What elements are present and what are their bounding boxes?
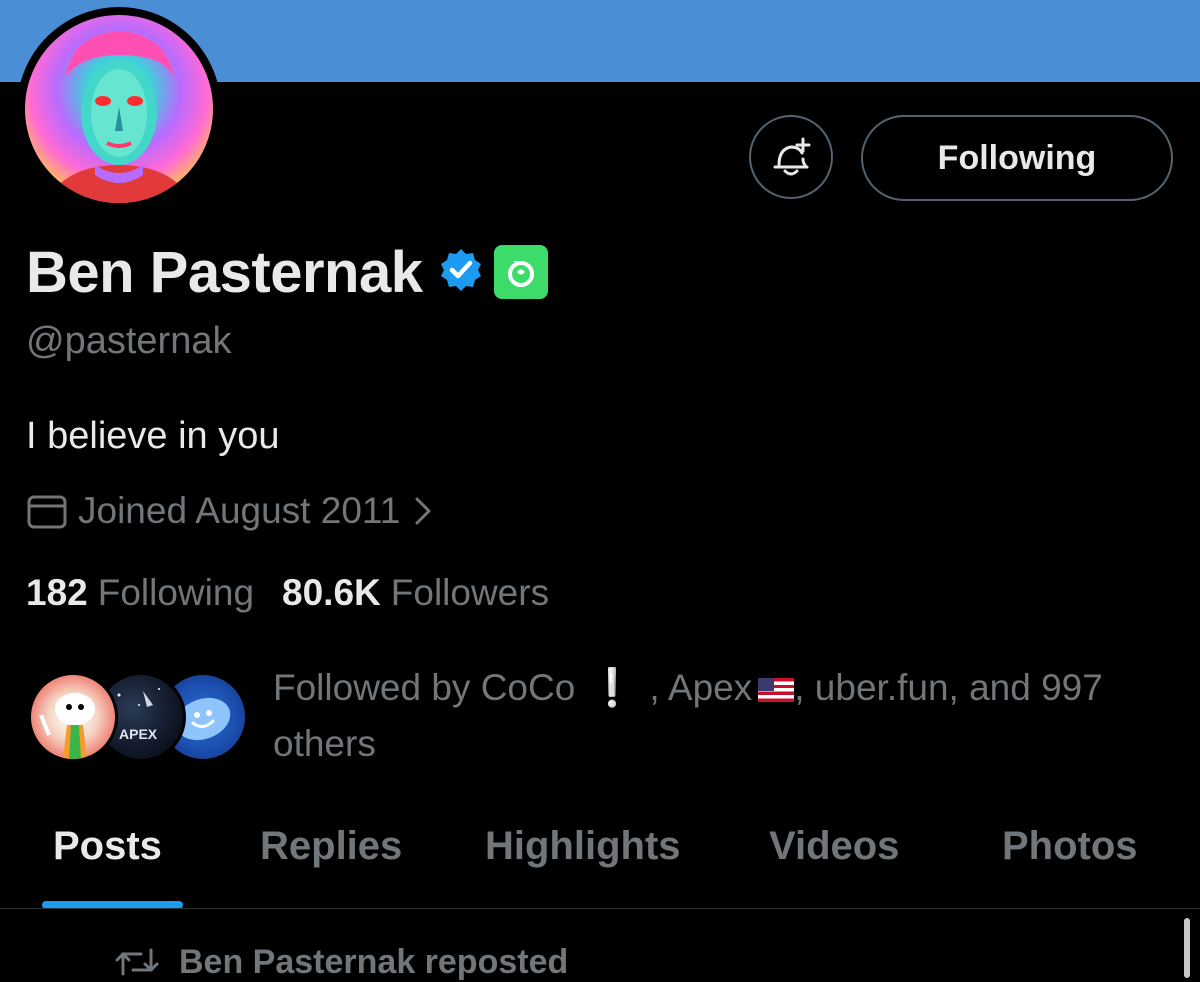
tabs-divider	[0, 908, 1200, 909]
followers-you-know-avatars[interactable]: APEX	[28, 672, 248, 766]
following-button[interactable]: Following	[861, 115, 1173, 201]
profile-avatar[interactable]	[17, 7, 221, 211]
joined-date-link[interactable]: Joined August 2011	[26, 490, 442, 532]
repost-header[interactable]: Ben Pasternak reposted	[115, 942, 568, 982]
repost-text: Ben Pasternak reposted	[179, 942, 569, 981]
tab-replies[interactable]: Replies	[260, 824, 402, 869]
display-name: Ben Pasternak	[26, 239, 423, 305]
followed-by-text[interactable]: Followed by CoCo ❕, Apex, uber.fun, and 9…	[273, 660, 1173, 772]
tab-photos[interactable]: Photos	[1002, 824, 1138, 869]
notifications-button[interactable]	[749, 115, 833, 199]
following-count-link[interactable]: 182 Following	[26, 572, 254, 614]
app-badge-icon[interactable]	[494, 245, 549, 299]
joined-date-text: Joined August 2011	[78, 490, 401, 531]
chevron-right-icon	[415, 497, 431, 525]
profile-name-row: Ben Pasternak	[26, 237, 549, 307]
bell-plus-icon	[773, 137, 811, 176]
profile-tabs: Posts Replies Highlights Videos Photos	[0, 800, 1200, 910]
calendar-icon	[27, 495, 67, 529]
following-label: Following	[97, 572, 255, 613]
tab-posts[interactable]: Posts	[53, 824, 162, 869]
followed-by-middle: , Apex	[649, 667, 753, 708]
followers-label: Followers	[390, 572, 550, 613]
following-count: 182	[26, 572, 88, 613]
followers-count: 80.6K	[282, 572, 381, 613]
scrollbar[interactable]	[1184, 918, 1190, 978]
verified-badge-icon[interactable]	[438, 247, 484, 298]
tab-videos[interactable]: Videos	[769, 824, 899, 869]
follower-avatar-coco	[28, 672, 118, 762]
us-flag-icon	[758, 678, 795, 702]
repost-icon	[115, 948, 159, 976]
svg-text:APEX: APEX	[119, 726, 158, 742]
avatar-image	[25, 15, 213, 203]
profile-stats: 182 Following 80.6K Followers	[26, 572, 549, 614]
followers-count-link[interactable]: 80.6K Followers	[282, 572, 549, 614]
tab-highlights[interactable]: Highlights	[485, 824, 681, 869]
exclamation-emoji: ❕	[589, 667, 636, 708]
profile-handle: @pasternak	[26, 320, 232, 362]
profile-bio: I believe in you	[26, 415, 280, 457]
followed-by-prefix: Followed by CoCo	[273, 667, 576, 708]
